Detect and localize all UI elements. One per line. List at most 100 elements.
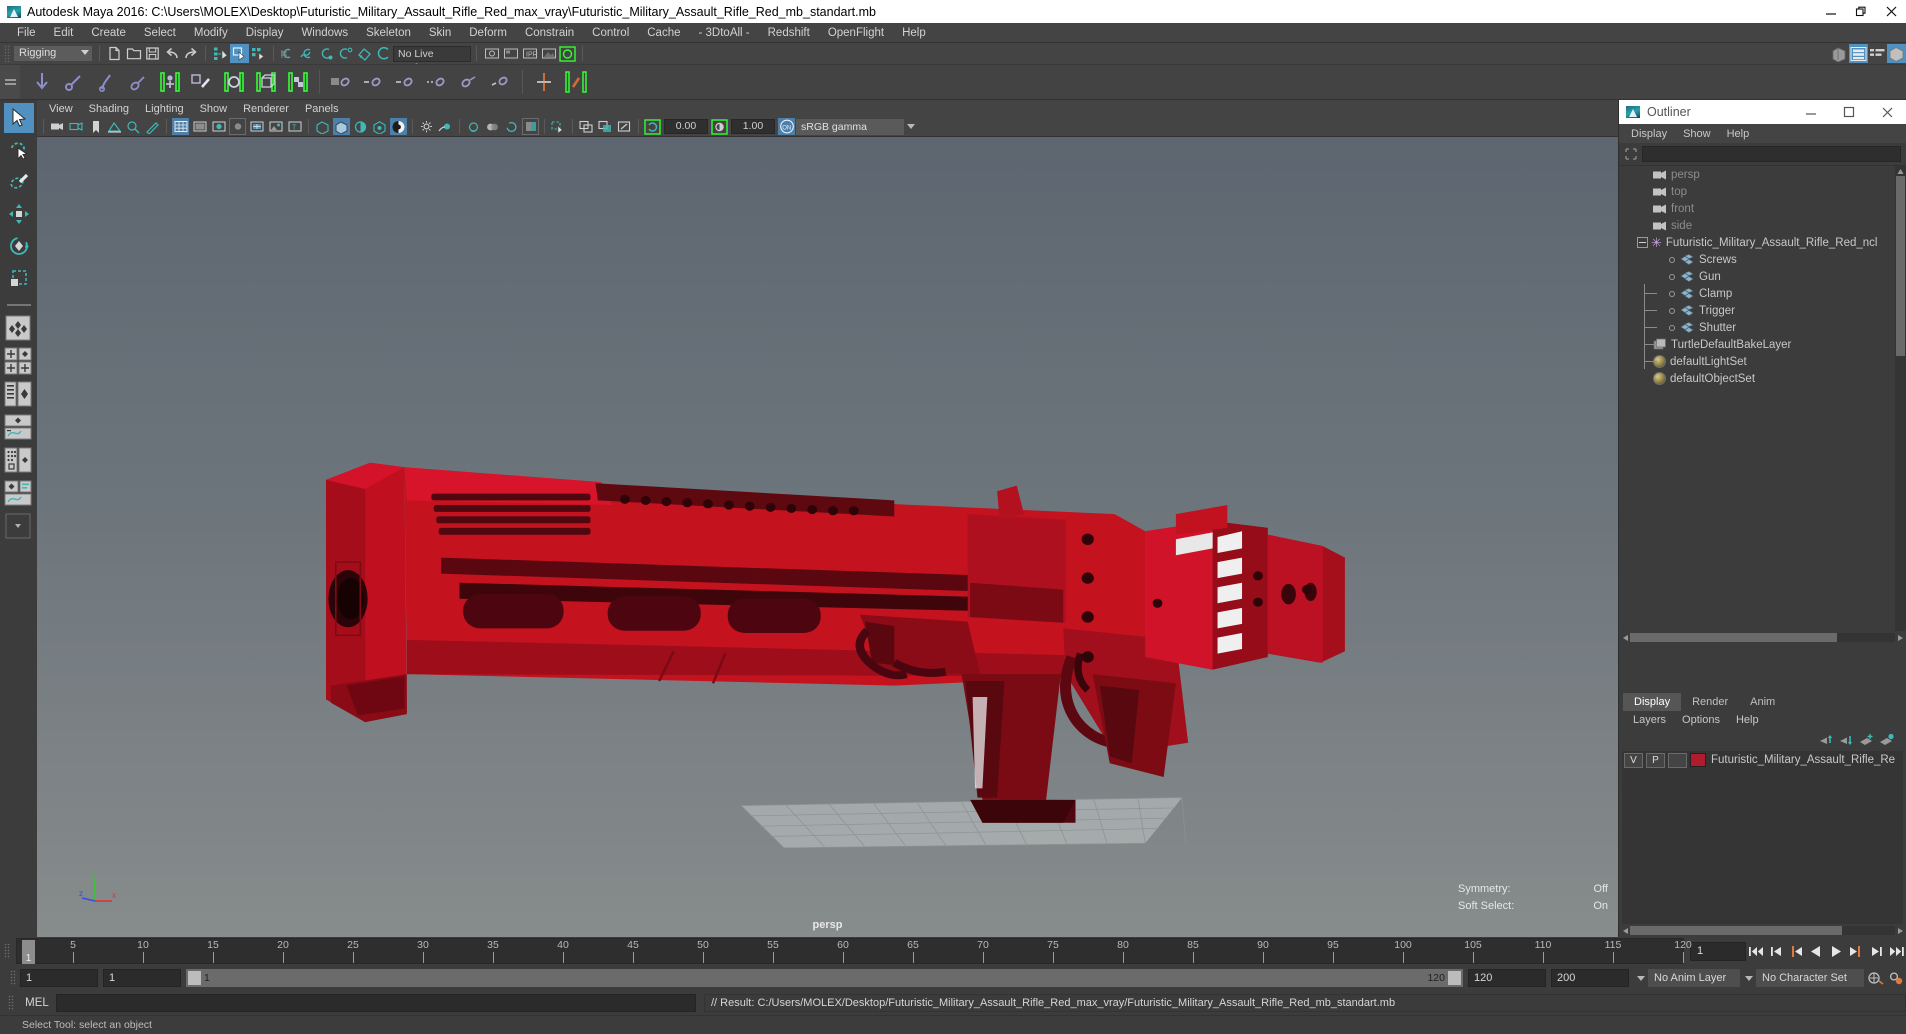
current-frame-field[interactable]: 1	[1690, 941, 1746, 961]
menu-item-file[interactable]: File	[8, 23, 45, 43]
quick-layout-two-panes-icon[interactable]	[4, 347, 34, 377]
outliner-horizontal-scrollbar[interactable]	[1619, 631, 1906, 644]
shelf-aim-constraint-icon[interactable]	[453, 66, 485, 98]
lighting-all-icon[interactable]	[437, 118, 454, 135]
menu-item-modify[interactable]: Modify	[185, 23, 237, 43]
wireframe-on-shaded-icon[interactable]	[248, 118, 265, 135]
show-modeling-toolkit-icon[interactable]	[1830, 44, 1849, 63]
gpu-override-icon[interactable]	[522, 118, 539, 135]
outliner-menu-display[interactable]: Display	[1623, 128, 1675, 140]
menu-item-3dtoall[interactable]: - 3DtoAll -	[690, 23, 759, 43]
layer-row[interactable]: V P Futuristic_Military_Assault_Rifle_Re	[1622, 751, 1903, 769]
animation-preferences-icon[interactable]	[1866, 967, 1886, 989]
gamma-value[interactable]: 1.00	[731, 119, 775, 134]
rotate-tool-icon[interactable]	[4, 231, 34, 261]
gamma-reset-icon[interactable]	[711, 118, 728, 135]
outliner-close-icon[interactable]	[1868, 100, 1906, 124]
outliner-menu-help[interactable]: Help	[1719, 128, 1758, 140]
shadows-icon[interactable]	[352, 118, 369, 135]
outliner-item-side[interactable]: side	[1619, 217, 1906, 234]
bookmark-icon[interactable]	[87, 118, 104, 135]
move-layer-up-icon[interactable]	[1816, 731, 1836, 749]
view-snapshot-icon[interactable]	[597, 118, 614, 135]
layer-playback-toggle[interactable]: P	[1646, 752, 1665, 768]
save-scene-icon[interactable]	[143, 44, 162, 63]
viewport-menu-renderer[interactable]: Renderer	[235, 103, 297, 115]
playback-end-field[interactable]: 120	[1468, 969, 1546, 987]
redo-icon[interactable]	[181, 44, 200, 63]
step-forward-frame-icon[interactable]	[1846, 940, 1866, 962]
mel-command-input[interactable]	[56, 994, 696, 1012]
ambient-occlusion-icon[interactable]	[371, 118, 388, 135]
outliner-tree[interactable]: persp top front side ✳ Futuristic_Military_As…	[1619, 165, 1906, 631]
outliner-item-front[interactable]: front	[1619, 200, 1906, 217]
playback-start-field[interactable]: 1	[103, 969, 181, 987]
scale-tool-icon[interactable]	[4, 263, 34, 293]
isolate-select-icon[interactable]	[550, 118, 567, 135]
select-camera-icon[interactable]	[49, 118, 66, 135]
outliner-item-clamp[interactable]: Clamp	[1619, 285, 1906, 302]
shadow-pass-icon[interactable]	[465, 118, 482, 135]
outliner-filter-icon[interactable]	[1624, 147, 1638, 161]
minimize-icon[interactable]	[1816, 0, 1846, 23]
shelf-lattice-icon[interactable]	[250, 66, 282, 98]
outliner-item-persp[interactable]: persp	[1619, 166, 1906, 183]
maximize-icon[interactable]	[1846, 0, 1876, 23]
render-sequence-icon[interactable]	[501, 44, 520, 63]
animation-start-field[interactable]: 1	[20, 969, 98, 987]
outliner-item-trigger[interactable]: Trigger	[1619, 302, 1906, 319]
lighting-default-icon[interactable]	[418, 118, 435, 135]
anim-layer-chevron-icon[interactable]	[1634, 969, 1648, 987]
snap-projected-icon[interactable]	[336, 44, 355, 63]
outliner-item-futuristic-military-assault-rifle-red-ncl[interactable]: ✳ Futuristic_Military_Assault_Rifle_Red_n…	[1619, 234, 1906, 251]
select-tool-icon[interactable]	[3, 103, 34, 133]
layer-menu-options[interactable]: Options	[1674, 714, 1728, 726]
use-default-material-icon[interactable]: T	[286, 118, 303, 135]
new-layer-from-selected-icon[interactable]	[1876, 731, 1896, 749]
outliner-search-input[interactable]	[1642, 146, 1901, 162]
smooth-shade-all-icon[interactable]	[191, 118, 208, 135]
quick-layout-more-icon[interactable]	[4, 512, 34, 542]
shelf-constraint-icon[interactable]	[122, 66, 154, 98]
viewport-menu-view[interactable]: View	[41, 103, 81, 115]
shelf-mirror-joint-icon[interactable]	[528, 66, 560, 98]
character-set-selector[interactable]: No Character Set	[1756, 969, 1864, 987]
shelf-mirror-skin-icon[interactable]	[560, 66, 592, 98]
lasso-select-tool-icon[interactable]	[4, 135, 34, 165]
menu-item-cache[interactable]: Cache	[638, 23, 689, 43]
go-to-end-icon[interactable]	[1886, 940, 1906, 962]
outliner-item-screws[interactable]: Screws	[1619, 251, 1906, 268]
grab-viewport-icon[interactable]	[616, 118, 633, 135]
menu-item-help[interactable]: Help	[893, 23, 935, 43]
range-slider-grip[interactable]	[10, 970, 16, 986]
shelf-ik-handle-icon[interactable]	[58, 66, 90, 98]
menu-item-constrain[interactable]: Constrain	[516, 23, 583, 43]
outliner-menu-show[interactable]: Show	[1675, 128, 1719, 140]
close-icon[interactable]	[1876, 0, 1906, 23]
wireframe-shading-icon[interactable]	[172, 118, 189, 135]
show-attribute-editor-icon[interactable]	[1849, 44, 1868, 63]
step-back-frame-icon[interactable]	[1786, 940, 1806, 962]
anim-layer-selector[interactable]: No Anim Layer	[1648, 969, 1740, 987]
exposure-value[interactable]: 0.00	[664, 119, 708, 134]
outliner-item-top[interactable]: top	[1619, 183, 1906, 200]
shelf-point-constraint-icon[interactable]	[357, 66, 389, 98]
animation-end-field[interactable]: 200	[1551, 969, 1629, 987]
outliner-item-turtledefaultbakelayer[interactable]: TurtleDefaultBakeLayer	[1619, 336, 1906, 353]
new-scene-icon[interactable]	[105, 44, 124, 63]
duplicate-view-icon[interactable]	[578, 118, 595, 135]
range-bar[interactable]: 1 120	[186, 969, 1463, 987]
menu-item-windows[interactable]: Windows	[292, 23, 357, 43]
outliner-item-shutter[interactable]: Shutter	[1619, 319, 1906, 336]
collapse-expander-icon[interactable]	[1637, 237, 1648, 248]
viewport-menu-show[interactable]: Show	[192, 103, 236, 115]
camera-attributes-icon[interactable]	[68, 118, 85, 135]
color-profile-chevron-icon[interactable]	[904, 124, 918, 129]
smooth-shade-selected-icon[interactable]	[210, 118, 227, 135]
live-surface-field[interactable]: No Live Surface	[393, 45, 471, 74]
select-hierarchy-icon[interactable]	[211, 44, 230, 63]
show-channel-box-icon[interactable]	[1887, 44, 1906, 63]
layer-menu-help[interactable]: Help	[1728, 714, 1767, 726]
exposure-reset-icon[interactable]	[644, 118, 661, 135]
menu-item-deform[interactable]: Deform	[460, 23, 516, 43]
